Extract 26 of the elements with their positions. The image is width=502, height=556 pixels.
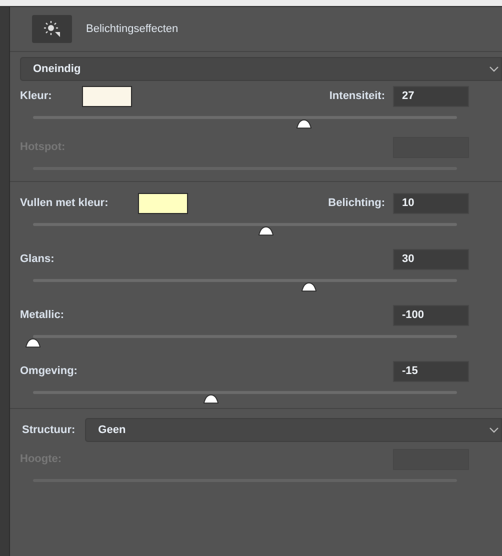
- field-label: Intensiteit:: [329, 88, 385, 104]
- lighting-effects-icon[interactable]: [32, 15, 72, 43]
- field-label: Omgeving:: [20, 364, 78, 379]
- value-field[interactable]: 10: [393, 192, 469, 214]
- value-field[interactable]: -15: [393, 360, 469, 382]
- value-field[interactable]: -100: [393, 304, 469, 326]
- slider-thumb[interactable]: [300, 282, 317, 292]
- slider-thumb[interactable]: [203, 394, 220, 404]
- slider-thumb[interactable]: [25, 338, 41, 348]
- value-field[interactable]: 30: [393, 248, 469, 270]
- chevron-icon: [489, 66, 499, 72]
- slider-thumb[interactable]: [258, 226, 274, 236]
- field-label: Glans:: [20, 252, 54, 267]
- light-type-dropdown[interactable]: Oneindig: [20, 57, 502, 81]
- texture-dropdown[interactable]: Geen: [85, 418, 502, 442]
- field-label: Kleur:: [20, 88, 52, 104]
- field-label: Vullen met kleur:: [20, 196, 108, 211]
- color-swatch[interactable]: [82, 86, 132, 106]
- field-label: Metallic:: [20, 308, 64, 323]
- field-label: Belichting:: [328, 196, 385, 211]
- chevron-icon: [489, 427, 499, 433]
- value-field[interactable]: 27: [393, 86, 469, 106]
- color-swatch[interactable]: [138, 192, 188, 214]
- field-label: Structuur:: [22, 422, 76, 438]
- panel-title: Belichtingseffecten: [86, 22, 178, 37]
- slider-thumb[interactable]: [296, 119, 312, 129]
